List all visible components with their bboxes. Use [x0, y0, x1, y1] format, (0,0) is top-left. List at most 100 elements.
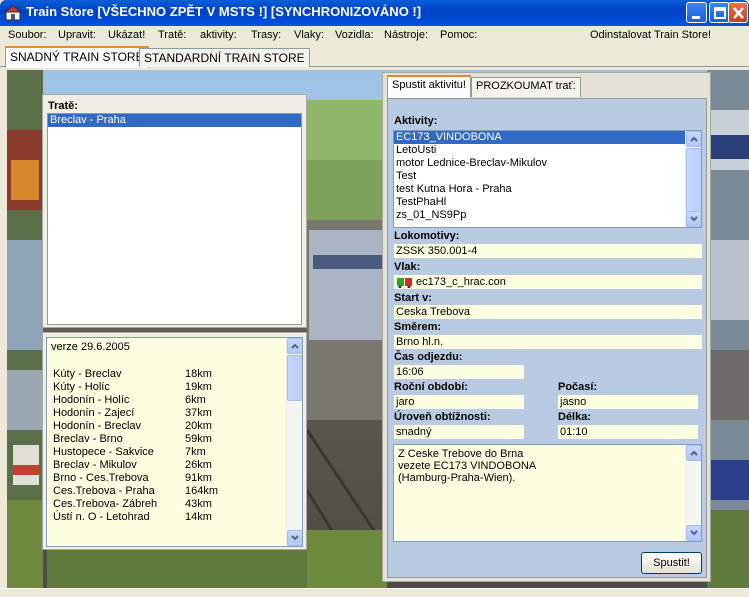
train-value-field: ec173_c_hrac.con — [394, 275, 702, 289]
distance-name: Hodonín - Breclav — [53, 420, 142, 432]
status-bar — [0, 588, 749, 597]
duration-value: 01:10 — [558, 425, 698, 439]
scroll-up-button[interactable] — [287, 338, 302, 354]
distance-km: 91km — [185, 472, 212, 484]
scroll-thumb[interactable] — [686, 148, 701, 212]
app-icon — [5, 5, 21, 21]
menu-ukazat[interactable]: Ukázat! — [108, 29, 145, 41]
distance-name: Hustopece - Sakvice — [53, 446, 154, 458]
direction-label: Směrem: — [394, 321, 442, 333]
scroll-up-button[interactable] — [686, 445, 701, 461]
menu-vozidla[interactable]: Vozidla: — [335, 29, 374, 41]
distance-km: 19km — [185, 381, 212, 393]
distance-name: Breclav - Brno — [53, 433, 123, 445]
train-value: ec173_c_hrac.con — [416, 276, 506, 288]
list-item[interactable]: Test — [394, 170, 701, 183]
scroll-down-button[interactable] — [686, 211, 701, 227]
distance-name: Ces.Trebova - Praha — [53, 485, 155, 497]
loco-value: ZSSK 350.001-4 — [394, 244, 702, 258]
title-bar: Train Store [VŠECHNO ZPĚT V MSTS !] [SYN… — [0, 0, 749, 26]
list-item[interactable]: Breclav - Praha — [48, 114, 301, 127]
route-info-box[interactable]: verze 29.6.2005 Kúty - Breclav 18km Kúty -… — [46, 337, 303, 547]
menu-vlaky[interactable]: Vlaky: — [294, 29, 324, 41]
chevron-down-icon — [690, 216, 698, 222]
close-icon — [733, 7, 744, 19]
duration-label: Délka: — [558, 411, 592, 423]
distance-km: 7km — [185, 446, 206, 458]
window-title: Train Store [VŠECHNO ZPĚT V MSTS !] [SYN… — [26, 4, 422, 19]
menu-nastroje[interactable]: Nástroje: — [384, 29, 428, 41]
scroll-up-button[interactable] — [686, 131, 701, 147]
loco-label: Lokomotivy: — [394, 230, 460, 242]
distance-km: 59km — [185, 433, 212, 445]
close-button[interactable] — [728, 2, 748, 23]
description-text: Z Ceske Trebove do Brna vezete EC173 VIN… — [398, 448, 537, 484]
distance-km: 14km — [185, 511, 212, 523]
time-value: 16:06 — [394, 365, 524, 379]
chevron-up-icon — [690, 450, 698, 456]
start-value: Ceska Trebova — [394, 305, 702, 319]
distance-name: Brno - Ces.Trebova — [53, 472, 149, 484]
menu-pomoc[interactable]: Pomoc: — [440, 29, 477, 41]
menu-bar: Soubor: Upravit: Ukázat! Tratě: aktivity… — [0, 26, 749, 45]
list-item[interactable]: TestPhaHl — [394, 196, 701, 209]
chevron-down-icon — [291, 535, 299, 541]
list-item[interactable]: LetoUsti — [394, 144, 701, 157]
list-item[interactable]: zs_01_NS9Pp — [394, 209, 701, 222]
chevron-up-icon — [291, 343, 299, 349]
distance-km: 37km — [185, 407, 212, 419]
scroll-down-button[interactable] — [287, 530, 302, 546]
chevron-down-icon — [690, 530, 698, 536]
direction-value: Brno hl.n. — [394, 335, 702, 349]
routes-list[interactable]: Breclav - Praha — [47, 113, 302, 325]
description-scrollbar[interactable] — [685, 445, 701, 541]
menu-upravit[interactable]: Upravit: — [58, 29, 96, 41]
menu-aktivity[interactable]: aktivity: — [200, 29, 237, 41]
difficulty-label: Úroveň obtížnosti: — [394, 411, 491, 423]
minimize-icon — [692, 16, 700, 19]
train-icon — [397, 278, 412, 288]
distance-km: 26km — [185, 459, 212, 471]
activities-list[interactable]: EC173_VINDOBONA LetoUsti motor Lednice-B… — [393, 130, 702, 228]
difficulty-value: snadný — [394, 425, 524, 439]
list-item[interactable]: test Kutna Hora - Praha — [394, 183, 701, 196]
start-button[interactable]: Spustit! — [641, 552, 702, 574]
description-box[interactable]: Z Ceske Trebove do Brna vezete EC173 VIN… — [393, 444, 702, 542]
menu-uninstall[interactable]: Odinstalovat Train Store! — [590, 29, 711, 41]
activity-tab-content: Aktivity: EC173_VINDOBONA LetoUsti motor… — [387, 98, 707, 578]
train-label: Vlak: — [394, 261, 421, 273]
distance-km: 6km — [185, 394, 206, 406]
distance-km: 43km — [185, 498, 212, 510]
activities-scrollbar[interactable] — [685, 131, 701, 227]
distance-name: Breclav - Mikulov — [53, 459, 137, 471]
menu-soubor[interactable]: Soubor: — [8, 29, 47, 41]
list-item[interactable]: motor Lednice-Breclav-Mikulov — [394, 157, 701, 170]
routes-label: Tratě: — [48, 100, 78, 112]
tab-prozkoumat-trat[interactable]: PROZKOUMAT trať: — [471, 77, 581, 97]
list-item[interactable]: EC173_VINDOBONA — [394, 131, 701, 144]
weather-value: jasno — [558, 395, 698, 409]
maximize-button[interactable] — [709, 2, 730, 23]
route-info-panel: verze 29.6.2005 Kúty - Breclav 18km Kúty -… — [42, 332, 307, 550]
menu-trate[interactable]: Tratě: — [158, 29, 186, 41]
scroll-thumb[interactable] — [287, 355, 302, 401]
scroll-down-button[interactable] — [686, 525, 701, 541]
time-label: Čas odjezdu: — [394, 351, 463, 363]
distance-name: Ces.Trebova- Zábreh — [53, 498, 158, 510]
distance-km: 18km — [185, 368, 212, 380]
main-tabs: SNADNÝ TRAIN STORE STANDARDNÍ TRAIN STOR… — [0, 45, 749, 68]
minimize-button[interactable] — [686, 2, 707, 23]
distance-name: Hodonín - Zajecí — [53, 407, 135, 419]
info-scrollbar[interactable] — [286, 338, 302, 546]
start-label: Start v: — [394, 292, 432, 304]
activity-panel: Spustit aktivitu! PROZKOUMAT trať: Aktiv… — [382, 72, 711, 582]
tab-standardni[interactable]: STANDARDNÍ TRAIN STORE — [139, 48, 310, 67]
tab-snadny[interactable]: SNADNÝ TRAIN STORE — [5, 46, 149, 68]
tab-spustit-aktivitu[interactable]: Spustit aktivitu! — [387, 75, 471, 98]
chevron-up-icon — [690, 136, 698, 142]
routes-panel: Tratě: Breclav - Praha — [42, 94, 307, 328]
route-version: verze 29.6.2005 — [51, 341, 130, 353]
menu-trasy[interactable]: Trasy: — [251, 29, 281, 41]
season-label: Roční období: — [394, 381, 468, 393]
distance-name: Ústí n. O - Letohrad — [53, 511, 150, 523]
